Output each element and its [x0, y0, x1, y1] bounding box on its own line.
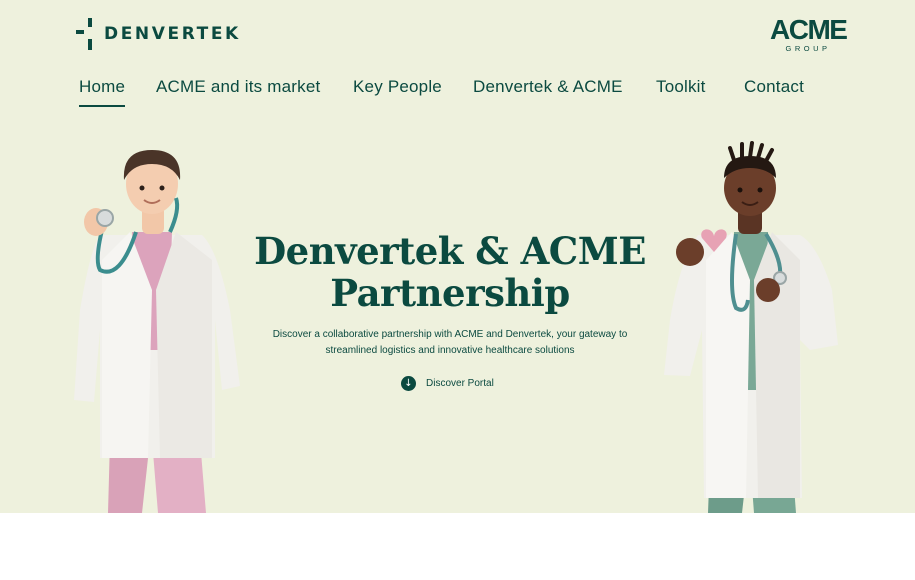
hero-subtitle-line-1: Discover a collaborative partnership wit…	[272, 329, 628, 340]
denvertek-logo[interactable]: DENVERTEK	[76, 18, 241, 50]
hero-title: Denvertek & ACME Partnership	[250, 230, 650, 314]
discover-portal-button[interactable]: ↓ Discover Portal	[401, 375, 494, 391]
acme-logo-subtext: GROUP	[785, 44, 831, 53]
hero-title-line-1: Denvertek & ACME	[254, 229, 646, 273]
nav-item-key-people[interactable]: Key People	[353, 77, 442, 97]
hero-title-line-2: Partnership	[330, 271, 570, 315]
hero-subtitle: Discover a collaborative partnership wit…	[255, 327, 645, 358]
hero-section: DENVERTEK ACME GROUP Home ACME and its m…	[0, 0, 915, 513]
doctor-holding-heart-illustration	[664, 141, 838, 513]
nav-item-acme-market[interactable]: ACME and its market	[156, 77, 320, 97]
denvertek-logo-text: DENVERTEK	[104, 24, 241, 44]
acme-logo-text: ACME	[770, 14, 848, 45]
nav-item-toolkit[interactable]: Toolkit	[656, 77, 706, 97]
denvertek-logo-mark-icon	[76, 18, 96, 50]
acme-group-logo[interactable]: ACME GROUP	[770, 14, 848, 54]
nav-item-contact[interactable]: Contact	[744, 77, 804, 97]
arrow-down-icon: ↓	[401, 375, 416, 391]
nav-item-home[interactable]: Home	[79, 77, 126, 107]
hero-subtitle-line-2: streamlined logistics and innovative hea…	[325, 344, 575, 356]
discover-portal-label: Discover Portal	[426, 377, 494, 389]
nav-item-denvertek-acme[interactable]: Denvertek & ACME	[473, 77, 623, 97]
doctor-with-stethoscope-illustration	[74, 150, 240, 513]
